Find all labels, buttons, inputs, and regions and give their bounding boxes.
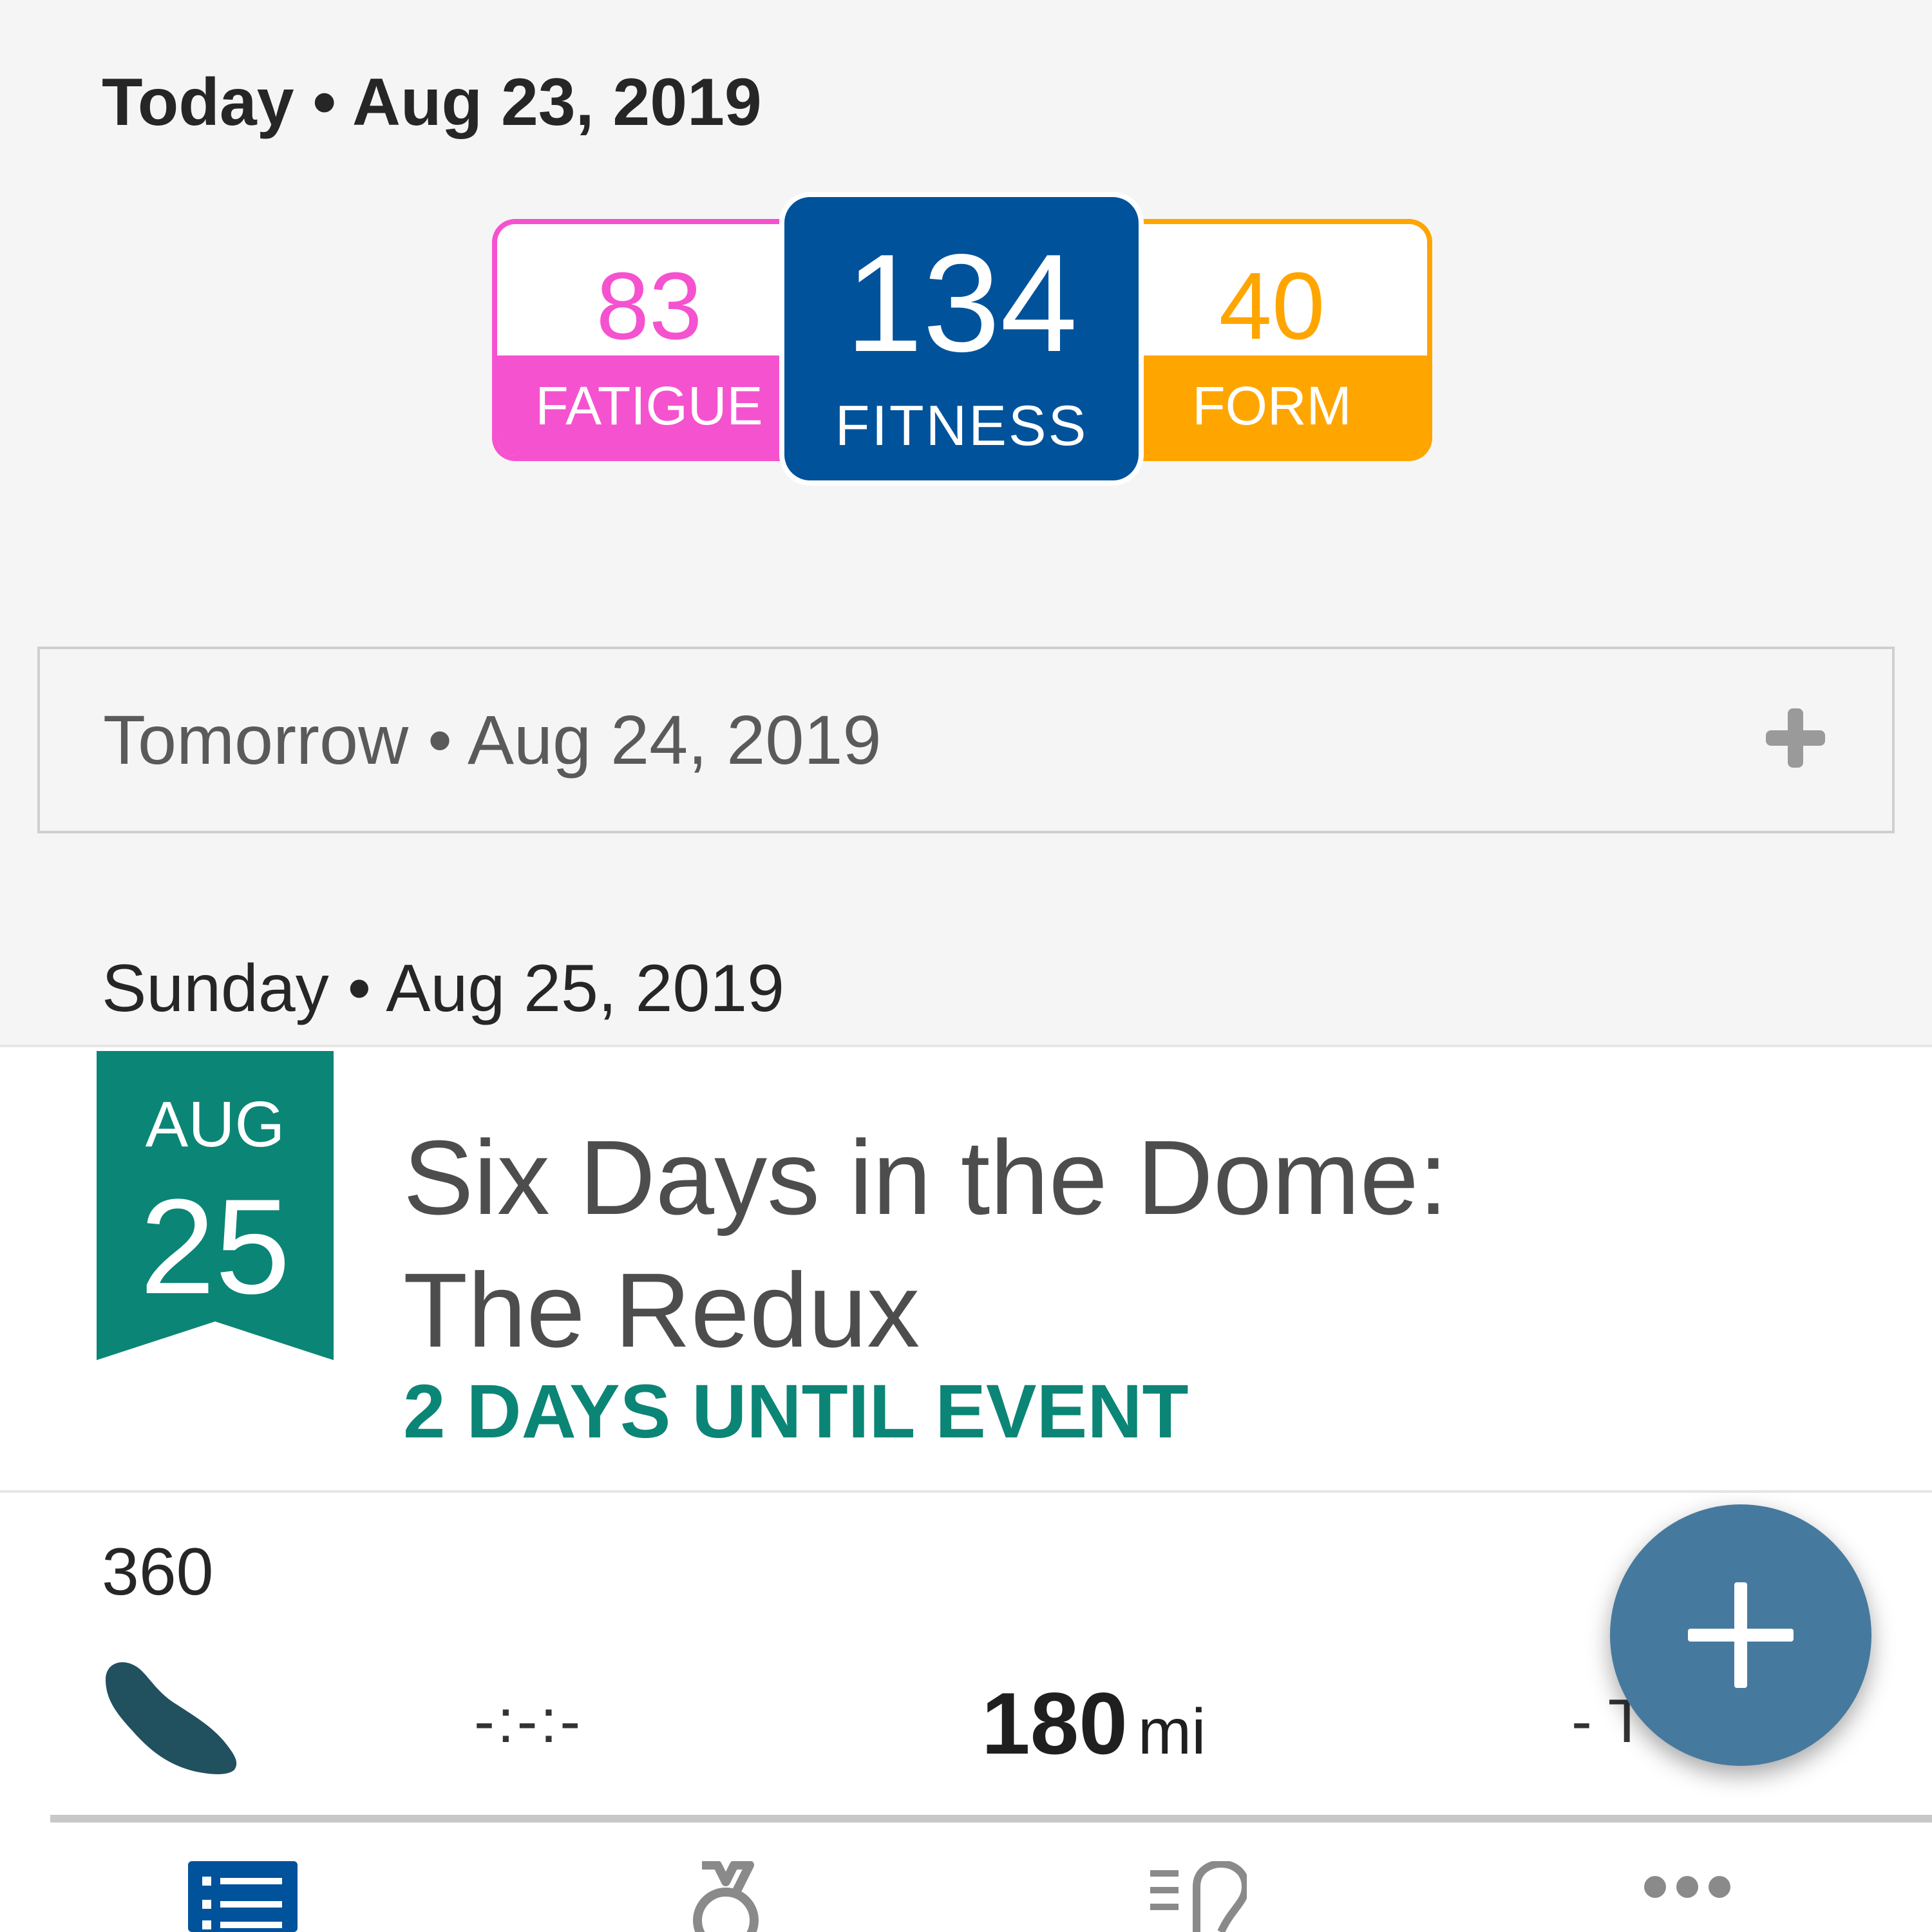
tab-dashboard[interactable] [966,1823,1449,1932]
sunday-header: Sunday • Aug 25, 2019 [102,951,784,1026]
today-header: Today • Aug 23, 2019 [102,65,762,140]
event-title-line2: The Redux [403,1251,920,1369]
row-divider [50,1815,1932,1823]
event-day: 25 [140,1171,290,1322]
form-badge[interactable]: 40 FORM [1117,219,1432,461]
event-title-line1: Six Days in the Dome: [403,1119,1448,1236]
tomorrow-row[interactable]: Tomorrow • Aug 24, 2019 [37,647,1895,833]
form-label: FORM [1117,355,1427,456]
plus-icon [1688,1582,1794,1688]
distance-unit: mi [1137,1696,1206,1768]
plus-icon[interactable] [1763,706,1828,770]
fitness-badge[interactable]: 134 FITNESS [779,192,1144,486]
workout-id: 360 [102,1535,214,1609]
event-title: Six Days in the Dome: The Redux [403,1112,1627,1377]
workout-duration: -:-:- [474,1687,583,1756]
dashboard-icon [1150,1861,1247,1932]
event-month: AUG [145,1088,285,1160]
distance-value: 180 [981,1674,1128,1772]
tomorrow-label: Tomorrow • Aug 24, 2019 [103,701,882,779]
running-shoe-icon [106,1662,237,1774]
fatigue-value: 83 [596,253,703,359]
add-fab-button[interactable] [1610,1504,1871,1766]
medal-icon [693,1861,759,1932]
form-value: 40 [1218,253,1325,359]
tab-events[interactable] [483,1823,966,1932]
tab-bar [0,1823,1932,1932]
tab-more[interactable] [1449,1823,1932,1932]
list-icon [188,1861,298,1932]
fitness-value: 134 [845,225,1078,381]
fitness-label: FITNESS [835,393,1088,457]
tab-calendar[interactable] [0,1823,483,1932]
fatigue-badge[interactable]: 83 FATIGUE [492,219,801,461]
fatigue-label: FATIGUE [497,355,801,456]
more-icon [1644,1876,1730,1898]
workout-distance: 180 mi [981,1673,1206,1774]
event-countdown: 2 DAYS UNTIL EVENT [403,1369,1189,1454]
event-card[interactable]: AUG 25 Six Days in the Dome: The Redux 2… [0,1045,1932,1493]
